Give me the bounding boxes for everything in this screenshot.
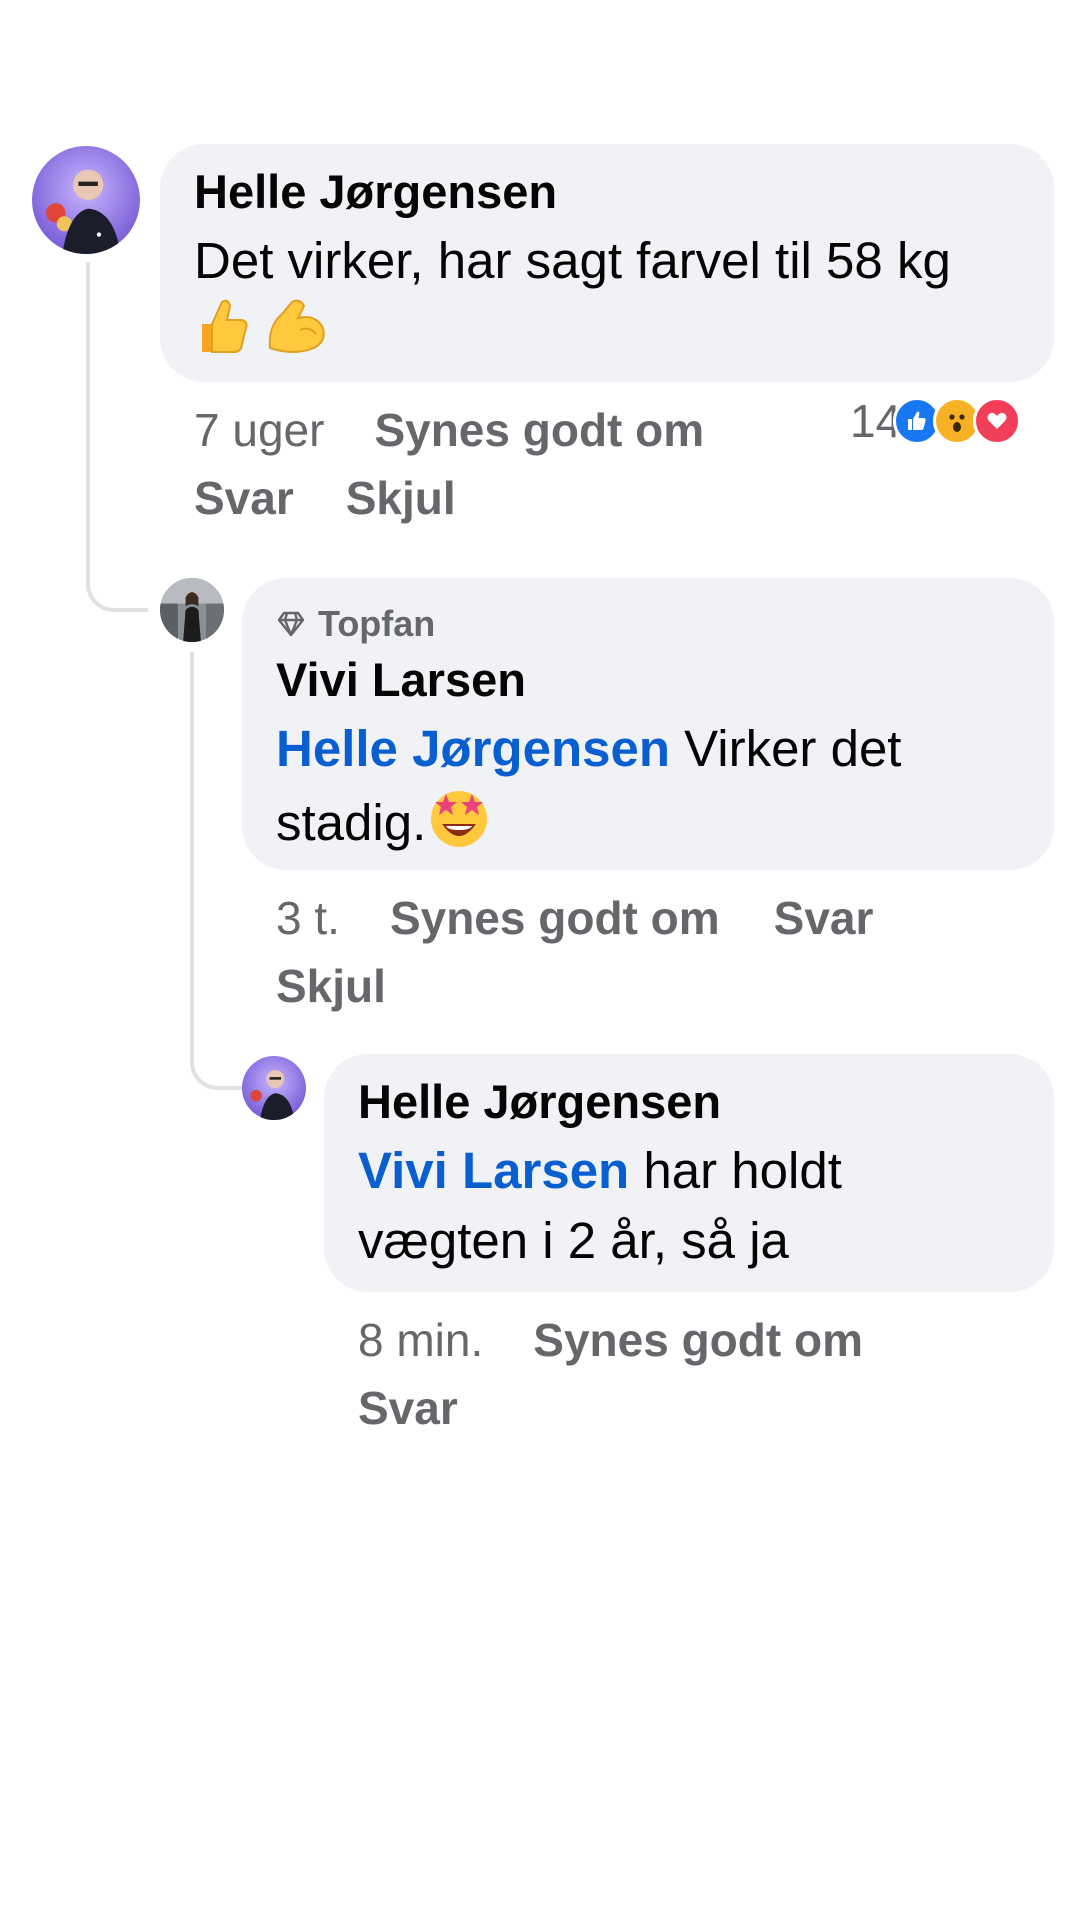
top-fan-badge: Topfan: [276, 602, 1020, 646]
mention-link[interactable]: Helle Jørgensen: [276, 720, 670, 777]
thumbs-up-icon: [194, 296, 250, 375]
diamond-icon: [277, 611, 305, 637]
comment-bubble[interactable]: Helle Jørgensen Det virker, har sagt far…: [160, 144, 1054, 382]
reply-actions: 3 t. Synes godt om Svar Skjul: [276, 884, 1016, 1020]
avatar[interactable]: [242, 1056, 306, 1120]
hide-button[interactable]: Skjul: [276, 952, 386, 1020]
reply-bubble[interactable]: Topfan Vivi Larsen Helle Jørgensen Virke…: [242, 578, 1054, 870]
reactions-summary[interactable]: 14: [850, 394, 1022, 448]
thread-line-reply: [190, 652, 242, 1090]
like-button[interactable]: Synes godt om: [374, 396, 704, 464]
comment-author[interactable]: Helle Jørgensen: [194, 164, 1020, 220]
star-struck-icon: [426, 784, 492, 869]
reply-button[interactable]: Svar: [194, 464, 294, 532]
reply-text: Helle Jørgensen Virker det stadig.: [276, 714, 1020, 869]
like-button[interactable]: Synes godt om: [533, 1306, 863, 1374]
comment-text-content: Det virker, har sagt farvel til 58 kg: [194, 232, 951, 289]
avatar[interactable]: [32, 146, 140, 254]
reply-time[interactable]: 8 min.: [358, 1306, 483, 1374]
comment-text: Det virker, har sagt farvel til 58 kg: [194, 226, 1020, 375]
thread-line-main: [86, 262, 148, 612]
mention-link[interactable]: Vivi Larsen: [358, 1142, 629, 1199]
flexed-biceps-icon: [264, 296, 330, 375]
reply-button[interactable]: Svar: [358, 1374, 458, 1442]
hide-button[interactable]: Skjul: [346, 464, 456, 532]
top-fan-label: Topfan: [318, 603, 436, 644]
love-icon: [973, 397, 1022, 445]
like-button[interactable]: Synes godt om: [390, 884, 720, 952]
reply-actions: 8 min. Synes godt om Svar: [358, 1306, 1038, 1442]
reply-text: Vivi Larsen har holdt vægten i 2 år, så …: [358, 1136, 1020, 1276]
avatar[interactable]: [160, 578, 224, 642]
comment-actions: 7 uger Synes godt om Svar Skjul: [194, 396, 834, 532]
reply-time[interactable]: 3 t.: [276, 884, 340, 952]
reply-author[interactable]: Vivi Larsen: [276, 652, 1020, 708]
reply-bubble[interactable]: Helle Jørgensen Vivi Larsen har holdt væ…: [324, 1054, 1054, 1292]
reply-button[interactable]: Svar: [774, 884, 874, 952]
comment-time[interactable]: 7 uger: [194, 396, 324, 464]
reply-author[interactable]: Helle Jørgensen: [358, 1074, 1020, 1130]
